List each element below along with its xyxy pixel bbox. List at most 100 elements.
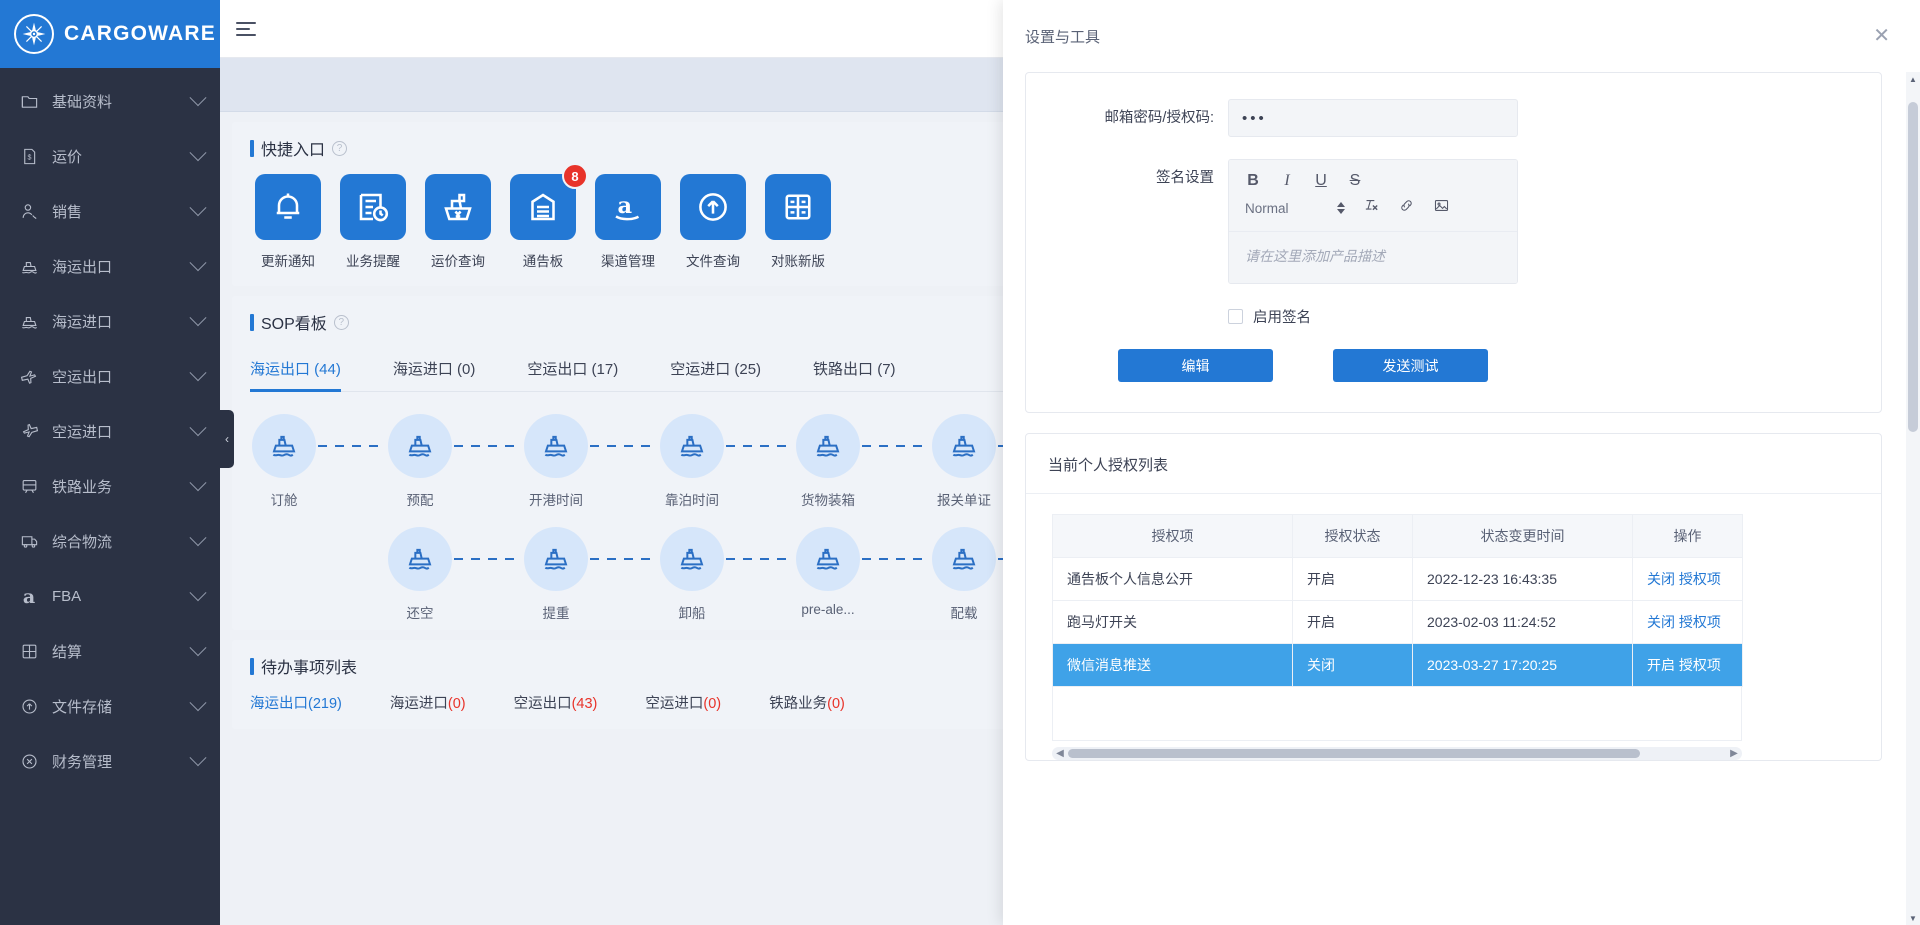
sidebar-item-caiwu-guanli[interactable]: 财务管理 (0, 734, 220, 789)
todo-tab-label: 海运出口 (250, 696, 308, 712)
question-icon[interactable]: ? (332, 141, 347, 156)
quick-item-rate-query[interactable]: 运价查询 (425, 174, 491, 270)
editor-toolbar-row-2: Normal (1239, 194, 1507, 222)
tab-sop-tielu-chukou[interactable]: 铁路出口 (7) (813, 348, 896, 391)
scroll-right-arrow[interactable]: ▶ (1726, 748, 1742, 759)
sidebar-item-kongyun-jinkou[interactable]: 空运进口 (0, 404, 220, 459)
cell-action[interactable]: 关闭 授权项 (1633, 558, 1743, 601)
todo-tab-count: (0) (448, 696, 466, 712)
row-action-link[interactable]: 开启 授权项 (1647, 657, 1721, 673)
image-icon[interactable] (1433, 197, 1450, 219)
flow-node[interactable]: 开港时间 (522, 414, 590, 509)
sidebar-item-zonghe-wuliu[interactable]: 综合物流 (0, 514, 220, 569)
flow-node[interactable]: 卸船 (658, 527, 726, 622)
scroll-thumb[interactable] (1068, 749, 1640, 758)
row-action-link[interactable]: 关闭 授权项 (1647, 571, 1721, 587)
flow-node[interactable]: 提重 (522, 527, 590, 622)
quick-item-update-notice[interactable]: 更新通知 (255, 174, 321, 270)
table-row[interactable]: 跑马灯开关 开启 2023-02-03 11:24:52 关闭 授权项 (1053, 601, 1743, 644)
tab-sop-kongyun-jinkou[interactable]: 空运进口 (25) (670, 348, 761, 391)
strikethrough-button[interactable]: S (1347, 171, 1363, 191)
signature-textarea[interactable]: 请在这里添加产品描述 (1229, 231, 1517, 283)
sidebar-item-tielu-yewu[interactable]: 铁路业务 (0, 459, 220, 514)
modal-vertical-scrollbar[interactable]: ▲ ▼ (1906, 72, 1920, 925)
compass-star-icon (14, 14, 54, 54)
tab-todo-kongyun-chukou[interactable]: 空运出口(43) (514, 692, 598, 713)
sidebar-item-jiesuan[interactable]: 结算 (0, 624, 220, 679)
tab-todo-haiyun-jinkou[interactable]: 海运进口(0) (390, 692, 466, 713)
tab-todo-kongyun-jinkou[interactable]: 空运进口(0) (645, 692, 721, 713)
cell-action[interactable]: 关闭 授权项 (1633, 601, 1743, 644)
sidebar: CARGOWARE 基础资料 $ 运价 销售 海运出口 海运进口 (0, 0, 220, 925)
chevron-updown-icon (1337, 202, 1345, 214)
quick-item-label: 运价查询 (425, 250, 491, 270)
flow-node[interactable]: 报关单证 (930, 414, 998, 509)
edit-button[interactable]: 编辑 (1118, 349, 1273, 382)
table-horizontal-scrollbar[interactable]: ◀ ▶ (1052, 747, 1742, 760)
email-password-input[interactable]: ••• (1228, 99, 1518, 137)
hamburger-icon[interactable] (236, 16, 262, 42)
flow-node[interactable]: 订舱 (250, 414, 318, 509)
flow-node[interactable]: 配载 (930, 527, 998, 622)
ship-icon (524, 527, 588, 591)
chevron-left-icon: ‹ (225, 432, 229, 446)
table-row[interactable]: 微信消息推送 关闭 2023-03-27 17:20:25 开启 授权项 (1053, 644, 1743, 687)
scroll-track[interactable] (1068, 749, 1726, 758)
ship-icon (660, 414, 724, 478)
flow-node[interactable]: 靠泊时间 (658, 414, 726, 509)
tab-sop-haiyun-chukou[interactable]: 海运出口 (44) (250, 348, 341, 391)
scroll-left-arrow[interactable]: ◀ (1052, 748, 1068, 759)
link-icon[interactable] (1398, 197, 1415, 219)
todo-tab-label: 铁路业务 (769, 696, 827, 712)
quick-item-label: 更新通知 (255, 250, 321, 270)
quick-item-bulletin-board[interactable]: 8 通告板 (510, 174, 576, 270)
close-icon[interactable]: ✕ (1867, 22, 1896, 50)
format-select-value: Normal (1245, 201, 1289, 216)
enable-signature-checkbox[interactable] (1228, 309, 1243, 324)
bold-button[interactable]: B (1245, 171, 1261, 191)
sidebar-item-yunjia[interactable]: $ 运价 (0, 129, 220, 184)
row-action-link[interactable]: 关闭 授权项 (1647, 614, 1721, 630)
flow-node[interactable]: 预配 (386, 414, 454, 509)
italic-button[interactable]: I (1279, 171, 1295, 191)
sidebar-item-jichuziliao[interactable]: 基础资料 (0, 74, 220, 129)
scroll-thumb[interactable] (1908, 102, 1918, 432)
todo-tab-count: (219) (308, 696, 342, 712)
chevron-down-icon (190, 254, 207, 271)
sidebar-collapse-handle[interactable]: ‹ (220, 410, 234, 468)
board-icon: 8 (510, 174, 576, 240)
flow-connector (726, 445, 794, 447)
scroll-up-arrow[interactable]: ▲ (1906, 72, 1920, 86)
sidebar-item-haiyun-jinkou[interactable]: 海运进口 (0, 294, 220, 349)
table-row[interactable]: 通告板个人信息公开 开启 2022-12-23 16:43:35 关闭 授权项 (1053, 558, 1743, 601)
tab-sop-haiyun-jinkou[interactable]: 海运进口 (0) (393, 348, 476, 391)
quick-item-reconciliation-new[interactable]: 对账新版 (765, 174, 831, 270)
format-select[interactable]: Normal (1245, 201, 1345, 216)
finance-icon (18, 751, 40, 773)
sidebar-item-wenjian-cunchu[interactable]: 文件存储 (0, 679, 220, 734)
quick-item-channel-management[interactable]: a 渠道管理 (595, 174, 661, 270)
clear-format-icon[interactable] (1363, 197, 1380, 219)
quick-item-business-reminder[interactable]: 业务提醒 (340, 174, 406, 270)
quick-item-label: 业务提醒 (340, 250, 406, 270)
tab-sop-kongyun-chukou[interactable]: 空运出口 (17) (527, 348, 618, 391)
quick-item-file-query[interactable]: 文件查询 (680, 174, 746, 270)
password-label: 邮箱密码/授权码: (1048, 99, 1228, 137)
send-test-button[interactable]: 发送测试 (1333, 349, 1488, 382)
brand-logo[interactable]: CARGOWARE (0, 0, 220, 68)
sidebar-item-label: 财务管理 (52, 751, 192, 772)
flow-node[interactable]: pre-ale... (794, 527, 862, 617)
scroll-down-arrow[interactable]: ▼ (1906, 911, 1920, 925)
cell-action[interactable]: 开启 授权项 (1633, 644, 1743, 687)
tab-todo-tielu-yewu[interactable]: 铁路业务(0) (769, 692, 845, 713)
question-icon[interactable]: ? (334, 315, 349, 330)
flow-node[interactable]: 货物装箱 (794, 414, 862, 509)
chevron-down-icon (190, 144, 207, 161)
underline-button[interactable]: U (1313, 171, 1329, 191)
sidebar-item-xiaoshou[interactable]: 销售 (0, 184, 220, 239)
tab-todo-haiyun-chukou[interactable]: 海运出口(219) (250, 692, 342, 713)
flow-node[interactable]: 还空 (386, 527, 454, 622)
sidebar-item-kongyun-chukou[interactable]: 空运出口 (0, 349, 220, 404)
sidebar-item-fba[interactable]: a FBA (0, 569, 220, 624)
sidebar-item-haiyun-chukou[interactable]: 海运出口 (0, 239, 220, 294)
